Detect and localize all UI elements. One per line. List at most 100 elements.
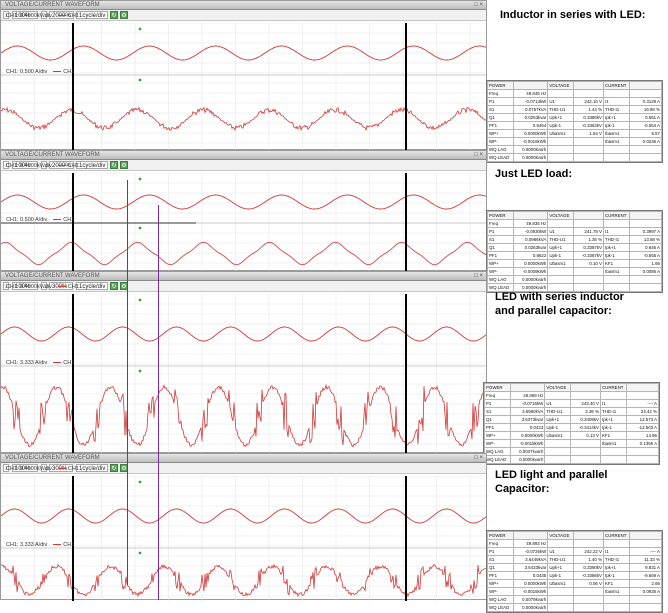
- meter-value: 3.6449kVA: [512, 555, 549, 564]
- meter-param-label: [599, 447, 627, 456]
- meter-row: P1 -0.0930kW U1 241.78 V I1 0.3997 A: [487, 227, 662, 236]
- meter-param-label: Ubasm1: [547, 579, 574, 588]
- meter-header-cell: [569, 383, 601, 392]
- meter-header-row: POWER VOLTAGE CURRENT: [484, 383, 659, 392]
- legend-swatch-icon: [53, 71, 62, 73]
- meter-value: ---- A: [628, 547, 662, 556]
- meter-param-label: [602, 145, 630, 154]
- panel-controls-icon[interactable]: □ ×: [474, 454, 483, 463]
- meter-grid: POWER VOLTAGE CURRENT Freq 49.845 Hz P1 -0.071…: [487, 81, 662, 162]
- settings-icon[interactable]: ⚙: [120, 11, 128, 19]
- meter-param-label: WQ LEAD: [487, 603, 514, 612]
- voltage-scale: CH1: 0.4000kV/div: [6, 466, 52, 472]
- meter-value: 0.3390kV: [572, 563, 604, 572]
- meter-header-row: POWER VOLTAGE CURRENT: [487, 211, 662, 220]
- meter-row: PF1 0.9464 Upk-1 -0.3363kV Ipk-1 -0.554 A: [487, 121, 662, 130]
- meter-value: 0.0757kVA: [512, 105, 549, 114]
- panel-title: VOLTAGE/CURRENT WAVEFORM □ ×: [1, 454, 486, 463]
- meter-param-label: [602, 603, 630, 612]
- refresh-icon[interactable]: ↻: [110, 282, 118, 290]
- meter-param-label: THD-I1: [602, 555, 630, 564]
- legend-swatch-icon: [57, 15, 66, 17]
- channel-label-current: CH1: 3.333 A/div CH1: [6, 542, 74, 548]
- meter-param-label: [602, 219, 630, 228]
- meter-param-label: [544, 447, 571, 456]
- voltage-scale: CH1: 0.4000kV/div: [6, 13, 52, 19]
- panel-controls-icon[interactable]: □ ×: [474, 151, 483, 160]
- refresh-icon[interactable]: ↻: [110, 161, 118, 169]
- meter-param-label: [547, 145, 574, 154]
- meter-value: 0.0253kvar: [512, 113, 549, 122]
- meter-value: -0.554 A: [628, 121, 662, 130]
- trigger-marker-voltage: [138, 480, 142, 484]
- meter-value: 242.22 V: [572, 547, 604, 556]
- meter-param-label: [547, 219, 574, 228]
- time-div-select[interactable]: 1cycle/div: [76, 464, 109, 472]
- meter-value: [625, 455, 659, 464]
- meter-param-label: Ipk+1: [602, 113, 630, 122]
- meter-row: S1 3.6960kVA THD-U1 2.36 % THD-I1 24.42 %: [484, 407, 659, 416]
- meter-param-label: WQ LEAD: [484, 455, 511, 464]
- meter-value: 0.0000kvarh: [512, 145, 549, 154]
- time-cursor-b[interactable]: [405, 294, 407, 454]
- power-meter-table: POWER VOLTAGE CURRENT Freq 49.845 Hz P1 -0.071…: [486, 80, 663, 163]
- time-cursor-a[interactable]: [72, 476, 74, 601]
- meter-value: 9.831 A: [628, 563, 662, 572]
- meter-header-cell: VOLTAGE: [544, 383, 571, 392]
- time-cursor-a[interactable]: [72, 294, 74, 454]
- meter-value: 0.10 V: [572, 259, 604, 268]
- measure-cursor-1[interactable]: [127, 180, 129, 585]
- meter-param-label: PF1: [487, 251, 514, 260]
- measure-cursor-2[interactable]: [158, 205, 160, 600]
- meter-value: 3.6960kVA: [509, 407, 546, 416]
- meter-header-cell: VOLTAGE: [547, 211, 574, 220]
- time-cursor-b[interactable]: [405, 173, 407, 272]
- time-cursor-a[interactable]: [72, 23, 74, 151]
- waveform-canvas: [1, 294, 486, 454]
- meter-param-label: U1: [544, 399, 571, 408]
- meter-row: Freq 49.893 Hz: [487, 539, 662, 548]
- trigger-marker-current: [138, 551, 142, 555]
- meter-param-label: THD-U1: [547, 235, 574, 244]
- meter-value: 1.66: [628, 259, 662, 268]
- refresh-icon[interactable]: ↻: [110, 11, 118, 19]
- voltage-legend: CH1: [67, 13, 79, 19]
- meter-value: [569, 447, 601, 456]
- panel-controls-icon[interactable]: □ ×: [474, 1, 483, 10]
- meter-param-label: [547, 587, 574, 596]
- voltage-trace: [1, 194, 486, 210]
- time-div-select[interactable]: 1cycle/div: [76, 11, 109, 19]
- meter-row: PF1 0.0435 Upk-1 -0.3386kV Ipk-1 -9.669 A: [487, 571, 662, 580]
- meter-value: 0.3409kV: [569, 415, 601, 424]
- meter-row: PF1 0.0423 Upk-1 -0.3414kV Ipk-1 -12.503 A: [484, 423, 659, 432]
- meter-value: [572, 219, 604, 228]
- meter-value: 0.646 A: [628, 243, 662, 252]
- meter-header-cell: [572, 211, 604, 220]
- meter-param-label: WP+: [487, 129, 514, 138]
- meter-value: 0.0000kWh: [509, 431, 546, 440]
- section-heading: Inductor in series with LED:: [500, 9, 646, 21]
- time-div-select[interactable]: 1cycle/div: [76, 161, 109, 169]
- settings-icon[interactable]: ⚙: [120, 161, 128, 169]
- time-cursor-b[interactable]: [405, 23, 407, 151]
- meter-param-label: Upk-1: [547, 251, 574, 260]
- meter-row: WQ LEAD 0.0000kvarh: [484, 455, 659, 464]
- meter-header-cell: [509, 383, 546, 392]
- meter-value: [572, 539, 604, 548]
- meter-value: 1.54 V: [572, 129, 604, 138]
- time-div-select[interactable]: 1cycle/div: [76, 282, 109, 290]
- refresh-icon[interactable]: ↻: [110, 464, 118, 472]
- meter-value: 0.0935 A: [628, 587, 662, 596]
- waveform-plots: CH1: 0.4000kV/div CH1 CH1: 3.333 A/div CH1: [1, 284, 486, 454]
- meter-param-label: S1: [487, 105, 514, 114]
- meter-param-label: P1: [487, 97, 514, 106]
- trigger-marker-voltage: [138, 298, 142, 302]
- meter-value: -12.503 A: [625, 423, 659, 432]
- meter-header-cell: CURRENT: [602, 211, 630, 220]
- meter-value: -0.3363kV: [572, 121, 604, 130]
- meter-value: 49.835 Hz: [512, 219, 549, 228]
- meter-grid: POWER VOLTAGE CURRENT Freq 49.835 Hz P1 -0.093…: [487, 211, 662, 292]
- meter-param-label: I1: [602, 227, 630, 236]
- time-cursor-b[interactable]: [405, 476, 407, 601]
- panel-controls-icon[interactable]: □ ×: [474, 272, 483, 281]
